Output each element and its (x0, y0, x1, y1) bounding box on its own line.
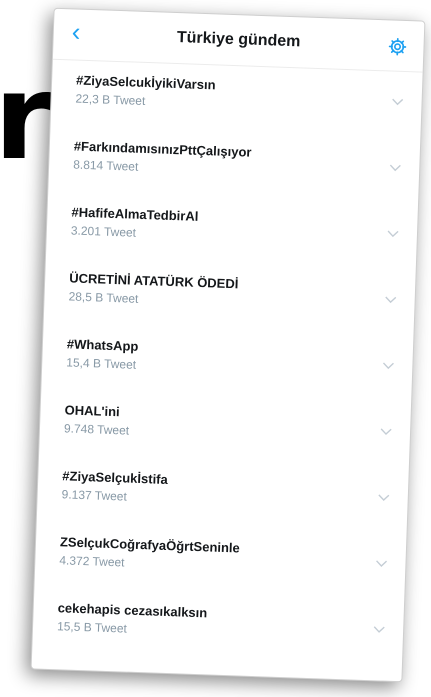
trend-item[interactable]: cekehapis cezasıkalksın 15,5 B Tweet (32, 587, 404, 666)
page-title: Türkiye gündem (176, 29, 301, 51)
phone-screen: ‹ Türkiye gündem #ZiyaSelcukİyikiVarsın 2… (30, 7, 426, 683)
chevron-down-icon[interactable] (391, 98, 404, 106)
chevron-down-icon[interactable] (387, 229, 399, 238)
background-text: r (0, 48, 53, 186)
chevron-down-icon[interactable] (373, 625, 385, 633)
chevron-down-icon[interactable] (375, 559, 388, 567)
chevron-down-icon[interactable] (380, 427, 392, 436)
chevron-down-icon[interactable] (378, 493, 390, 502)
chevron-down-icon[interactable] (389, 164, 401, 172)
gear-icon[interactable] (387, 36, 408, 57)
chevron-down-icon[interactable] (385, 295, 397, 304)
trend-list: #ZiyaSelcukİyikiVarsın 22,3 B Tweet #Farkı… (32, 60, 423, 667)
chevron-down-icon[interactable] (382, 361, 394, 370)
